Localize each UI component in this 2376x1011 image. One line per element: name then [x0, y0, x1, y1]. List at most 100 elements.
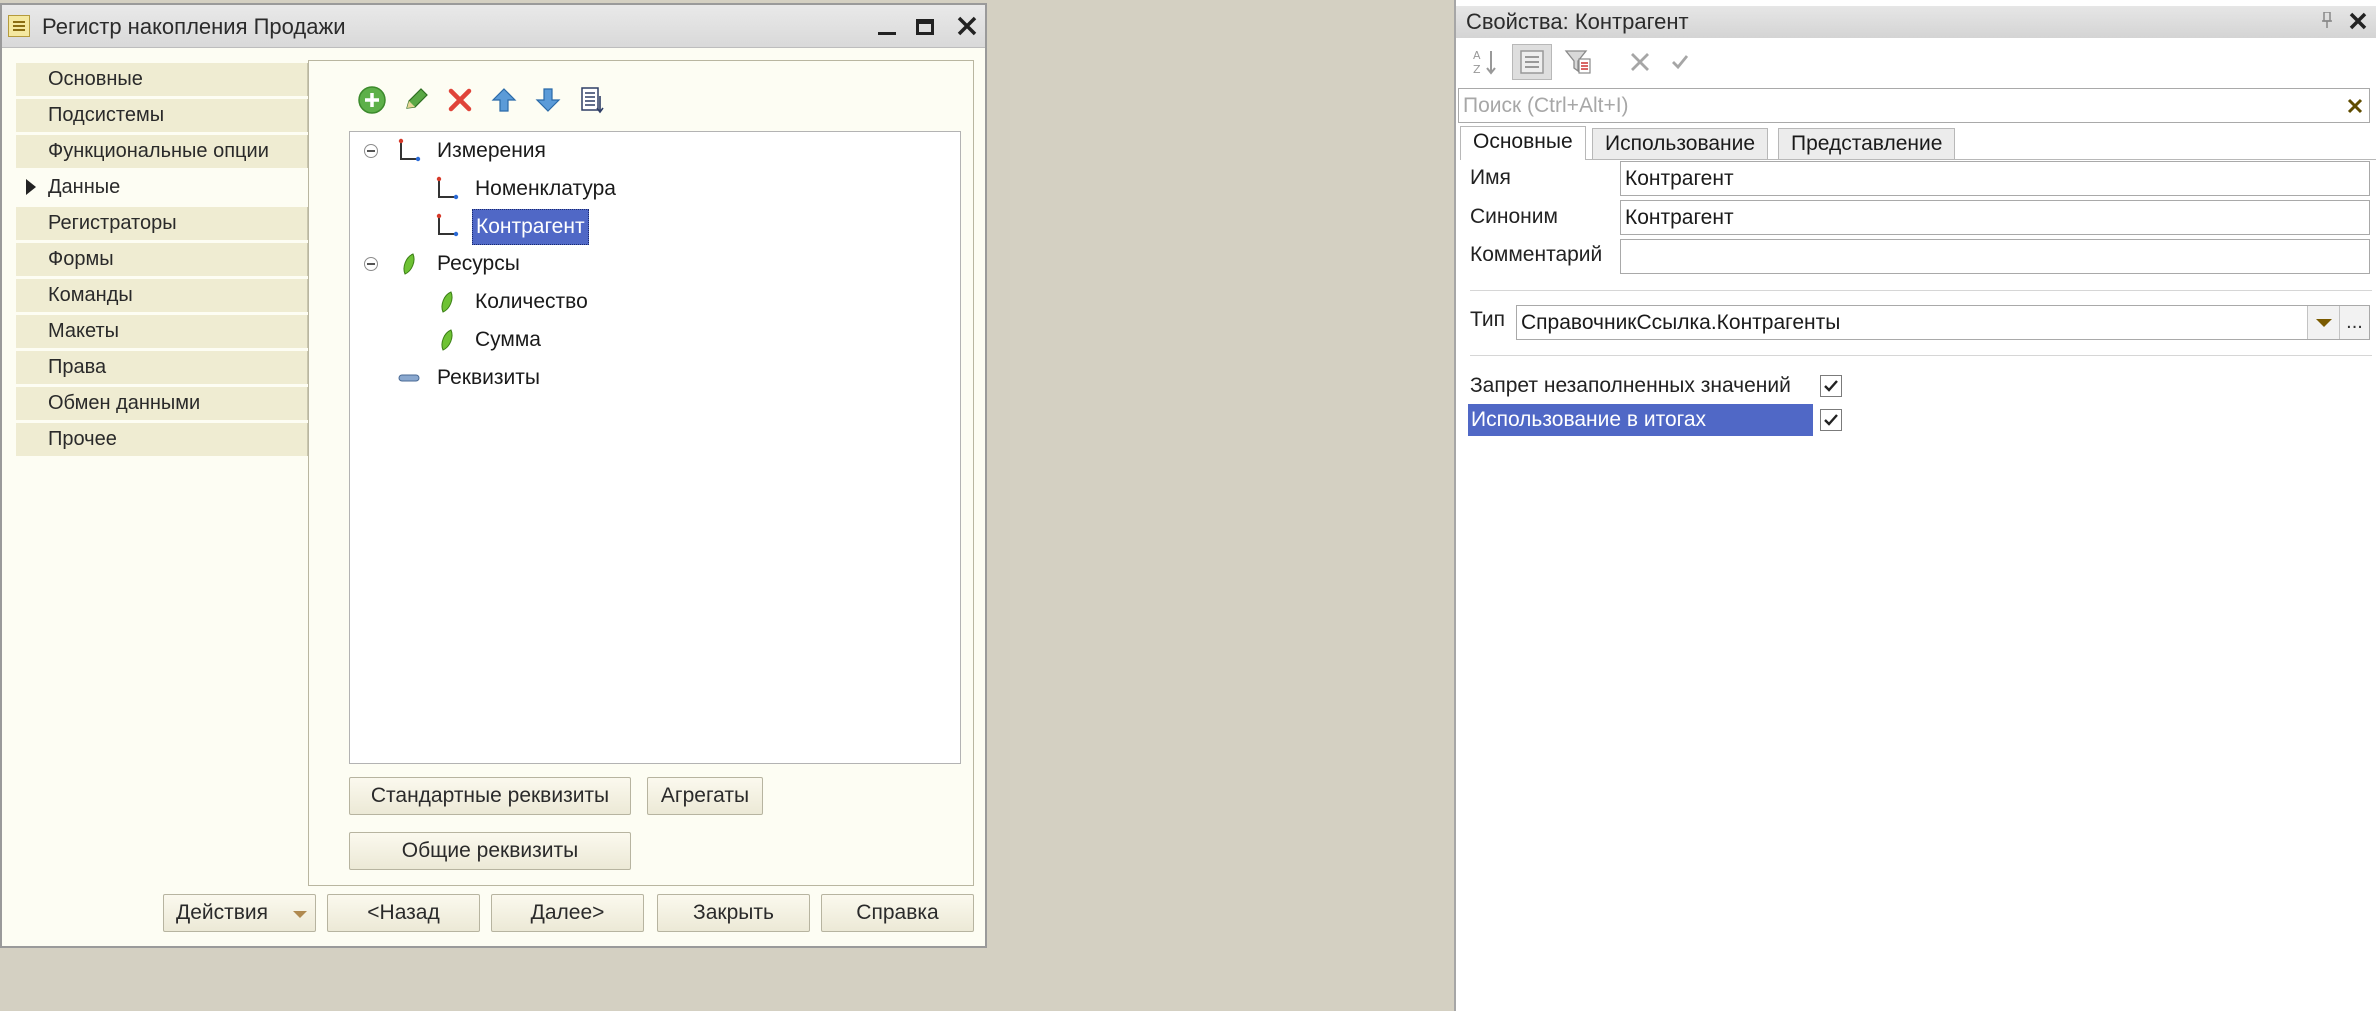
tree-row-resources[interactable]: Ресурсы: [350, 247, 950, 281]
tree-row-quantity[interactable]: Количество: [350, 285, 950, 319]
nav-item-label: Данные: [48, 176, 121, 198]
edit-button[interactable]: [399, 83, 433, 117]
close-button[interactable]: Закрыть: [657, 894, 810, 932]
sort-alphabetical-button[interactable]: AZ: [1466, 44, 1506, 80]
nav-item-registrars[interactable]: Регистраторы: [16, 207, 308, 240]
next-button[interactable]: Далее>: [491, 894, 644, 932]
name-field[interactable]: Контрагент: [1620, 161, 2370, 196]
checkmark-icon: [1824, 380, 1838, 392]
use-in-totals-checkbox[interactable]: [1820, 409, 1842, 431]
type-label: Тип: [1470, 308, 1506, 331]
type-select-button[interactable]: ...: [2339, 306, 2369, 339]
nav-item-label: Функциональные опции: [48, 140, 269, 162]
separator: [1470, 290, 2372, 291]
nav-item-other[interactable]: Прочее: [16, 423, 308, 456]
tree-label: Сумма: [475, 328, 541, 351]
nav-item-label: Подсистемы: [48, 104, 165, 126]
close-properties-button[interactable]: [2348, 6, 2368, 37]
back-button[interactable]: <Назад: [327, 894, 480, 932]
nav-item-forms[interactable]: Формы: [16, 243, 308, 276]
nav-item-label: Основные: [48, 68, 143, 90]
properties-titlebar[interactable]: Свойства: Контрагент: [1456, 6, 2376, 38]
add-icon: [358, 86, 386, 114]
resource-icon: [441, 291, 453, 313]
comment-field[interactable]: [1620, 239, 2370, 274]
tree-row-attributes[interactable]: Реквизиты: [350, 361, 950, 395]
clear-value-button[interactable]: [1620, 44, 1660, 80]
collapse-toggle-icon[interactable]: [364, 257, 378, 271]
aggregates-button[interactable]: Агрегаты: [647, 777, 763, 815]
maximize-icon: [916, 19, 934, 35]
close-window-button[interactable]: [950, 11, 984, 41]
svg-text:Z: Z: [1473, 63, 1481, 76]
edit-icon: [406, 88, 428, 109]
tree-label: Ресурсы: [437, 252, 520, 275]
tree-row-sum[interactable]: Сумма: [350, 323, 950, 357]
filter-icon: [1564, 50, 1591, 74]
synonym-label: Синоним: [1470, 205, 1558, 228]
register-icon: [8, 15, 30, 37]
common-attributes-button[interactable]: Общие реквизиты: [349, 832, 631, 870]
nav-item-label: Макеты: [48, 320, 119, 342]
move-down-icon: [535, 88, 561, 112]
properties-tabs: Основные Использование Представление: [1460, 126, 2376, 160]
minimize-button[interactable]: [870, 11, 904, 41]
close-icon: [2349, 12, 2367, 30]
tree-row-nomenclature[interactable]: Номенклатура: [350, 172, 950, 206]
register-window: Регистр накопления Продажи Основные Подс…: [0, 3, 987, 948]
checkmark-icon: [1824, 414, 1838, 426]
nav-item-label: Обмен данными: [48, 392, 201, 414]
dropdown-arrow-icon: [293, 911, 307, 918]
dimension-icon: [436, 176, 459, 200]
tab-presentation[interactable]: Представление: [1778, 128, 1956, 159]
maximize-button[interactable]: [908, 11, 942, 41]
tree-row-counterparty[interactable]: Контрагент: [350, 209, 950, 245]
properties-panel: Свойства: Контрагент AZ Поиск (Ctrl+Alt+…: [1454, 0, 2376, 1011]
synonym-field[interactable]: Контрагент: [1620, 200, 2370, 235]
use-in-totals-label: Использование в итогах: [1468, 404, 1813, 436]
tree-row-dimensions[interactable]: Измерения: [350, 134, 950, 168]
nav-item-data-exchange[interactable]: Обмен данными: [16, 387, 308, 420]
use-in-totals-label-text: Использование в итогах: [1468, 404, 1813, 436]
apply-value-button[interactable]: [1660, 44, 1700, 80]
close-icon: [2347, 98, 2363, 114]
nav-item-label: Права: [48, 356, 107, 378]
attribute-icon: [398, 374, 420, 382]
nav-item-templates[interactable]: Макеты: [16, 315, 308, 348]
standard-attributes-button[interactable]: Стандартные реквизиты: [349, 777, 631, 815]
type-dropdown-icon[interactable]: [2307, 306, 2339, 339]
type-field[interactable]: СправочникСсылка.Контрагенты ...: [1516, 305, 2370, 340]
comment-label: Комментарий: [1470, 243, 1603, 266]
nav-item-main[interactable]: Основные: [16, 63, 308, 96]
group-by-category-button[interactable]: [1512, 44, 1552, 80]
fill-check-label: Запрет незаполненных значений: [1470, 374, 1791, 397]
tree-label: Номенклатура: [475, 177, 616, 200]
tab-usage[interactable]: Использование: [1592, 128, 1769, 159]
nav-item-data[interactable]: Данные: [16, 171, 308, 204]
fill-check-checkbox[interactable]: [1820, 375, 1842, 397]
move-down-button[interactable]: [531, 83, 565, 117]
nav-item-label: Регистраторы: [48, 212, 177, 234]
nav-item-commands[interactable]: Команды: [16, 279, 308, 312]
data-panel: Измерения Номенклатура Контрагент Ресурс…: [308, 60, 974, 886]
tree-label: Реквизиты: [437, 366, 540, 389]
pin-icon[interactable]: [2322, 12, 2332, 28]
collapse-toggle-icon[interactable]: [364, 144, 378, 158]
actions-dropdown-button[interactable]: Действия: [163, 894, 316, 932]
nav-item-functional-options[interactable]: Функциональные опции: [16, 135, 308, 168]
tab-main[interactable]: Основные: [1460, 126, 1586, 160]
nav-item-rights[interactable]: Права: [16, 351, 308, 384]
help-button[interactable]: Справка: [821, 894, 974, 932]
filter-button[interactable]: [1558, 44, 1598, 80]
add-button[interactable]: [355, 83, 389, 117]
categories-icon: [1520, 50, 1544, 74]
window-titlebar[interactable]: Регистр накопления Продажи: [2, 5, 985, 48]
sort-list-button[interactable]: [575, 83, 609, 117]
clear-search-button[interactable]: [2347, 89, 2363, 123]
tree-label: Измерения: [437, 139, 546, 162]
delete-button[interactable]: [443, 83, 477, 117]
move-up-button[interactable]: [487, 83, 521, 117]
nav-item-subsystems[interactable]: Подсистемы: [16, 99, 308, 132]
search-placeholder: Поиск (Ctrl+Alt+I): [1463, 94, 1629, 117]
properties-search-input[interactable]: Поиск (Ctrl+Alt+I): [1458, 88, 2370, 123]
